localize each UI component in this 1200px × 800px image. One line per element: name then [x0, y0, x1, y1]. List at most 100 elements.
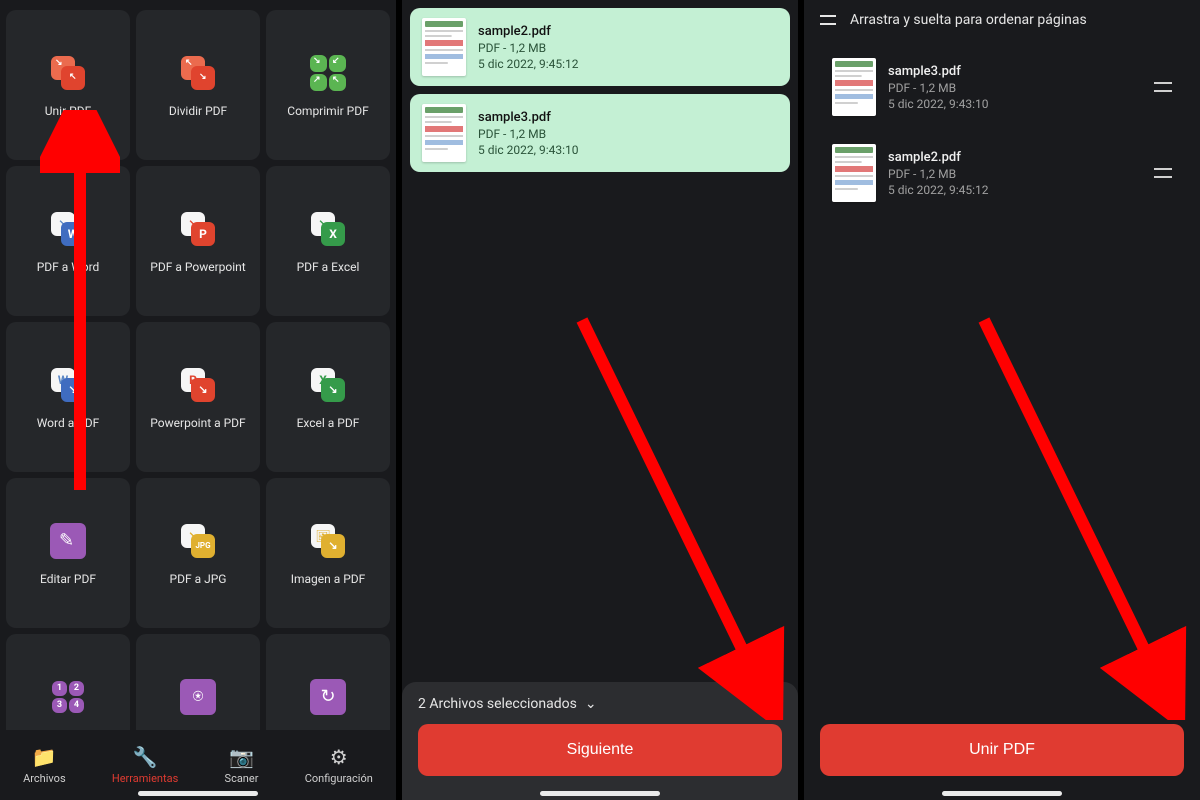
- file-name: sample3.pdf: [888, 64, 989, 79]
- tool-comprimir-pdf[interactable]: ↘ ↙ ↗ ↖ Comprimir PDF: [266, 10, 390, 160]
- home-indicator: [942, 791, 1062, 796]
- file-meta: PDF - 1,2 MB: [478, 41, 579, 55]
- tool-pdf-a-excel[interactable]: ↘ X PDF a Excel: [266, 166, 390, 316]
- gear-icon: ⚙: [330, 745, 348, 769]
- tool-rotar-pdf[interactable]: ↻ Rotar PDF: [266, 634, 390, 730]
- tool-label: Unir PDF: [45, 104, 91, 119]
- page-numbers-icon: 1 2 3 4: [47, 676, 89, 718]
- bottom-sheet: Unir PDF: [804, 724, 1200, 800]
- selection-count: 2 Archivos seleccionados: [418, 696, 577, 712]
- tool-word-a-pdf[interactable]: W ↘ Word a PDF: [6, 322, 130, 472]
- edit-icon: ✎: [47, 520, 89, 562]
- pdf-thumbnail-icon: [422, 104, 466, 162]
- panel-select-files: sample2.pdf PDF - 1,2 MB 5 dic 2022, 9:4…: [402, 0, 798, 800]
- wrench-icon: 🔧: [133, 745, 158, 769]
- split-icon: ↖ ↘: [177, 52, 219, 94]
- tool-label: PDF a Powerpoint: [150, 260, 245, 275]
- nav-herramientas[interactable]: 🔧 Herramientas: [112, 745, 178, 785]
- bottom-sheet: 2 Archivos seleccionados ⌄ Siguiente: [402, 682, 798, 800]
- file-list: sample2.pdf PDF - 1,2 MB 5 dic 2022, 9:4…: [402, 0, 798, 180]
- tool-label: Dividir PDF: [169, 104, 227, 119]
- home-indicator: [138, 791, 258, 796]
- excel-to-pdf-icon: X ↘: [307, 364, 349, 406]
- next-button[interactable]: Siguiente: [418, 724, 782, 776]
- file-name: sample2.pdf: [888, 150, 989, 165]
- file-date: 5 dic 2022, 9:43:10: [888, 97, 989, 111]
- tool-label: Comprimir PDF: [287, 104, 368, 119]
- tool-label: PDF a Word: [37, 260, 100, 275]
- tool-label: PDF a Excel: [297, 260, 360, 275]
- bottom-nav: 📁 Archivos 🔧 Herramientas 📷 Scaner ⚙ Con…: [0, 730, 396, 800]
- file-date: 5 dic 2022, 9:43:10: [478, 143, 579, 157]
- rotate-icon: ↻: [307, 676, 349, 718]
- tool-grid: ↘ ↖ Unir PDF ↖ ↘ Dividir PDF: [0, 0, 396, 730]
- file-list: sample3.pdf PDF - 1,2 MB 5 dic 2022, 9:4…: [804, 34, 1200, 226]
- file-name: sample2.pdf: [478, 24, 579, 39]
- tool-label: Word a PDF: [37, 416, 100, 431]
- tool-pdf-a-word[interactable]: ↘ W PDF a Word: [6, 166, 130, 316]
- file-row[interactable]: sample2.pdf PDF - 1,2 MB 5 dic 2022, 9:4…: [820, 134, 1184, 212]
- tool-label: Powerpoint a PDF: [150, 416, 245, 431]
- tool-unir-pdf[interactable]: ↘ ↖ Unir PDF: [6, 10, 130, 160]
- tool-label: PDF a JPG: [170, 572, 227, 587]
- annotation-arrow-down: [954, 300, 1194, 720]
- tool-pdf-a-jpg[interactable]: ↘ JPG PDF a JPG: [136, 478, 260, 628]
- pdf-thumbnail-icon: [422, 18, 466, 76]
- tool-ppt-a-pdf[interactable]: P ↘ Powerpoint a PDF: [136, 322, 260, 472]
- menu-icon[interactable]: [820, 15, 836, 25]
- file-date: 5 dic 2022, 9:45:12: [478, 57, 579, 71]
- pdf-thumbnail-icon: [832, 144, 876, 202]
- file-date: 5 dic 2022, 9:45:12: [888, 183, 989, 197]
- file-row[interactable]: sample3.pdf PDF - 1,2 MB 5 dic 2022, 9:4…: [820, 48, 1184, 126]
- header-text: Arrastra y suelta para ordenar páginas: [850, 12, 1087, 28]
- tool-excel-a-pdf[interactable]: X ↘ Excel a PDF: [266, 322, 390, 472]
- button-label: Siguiente: [567, 741, 634, 759]
- drag-handle-icon[interactable]: [1154, 82, 1172, 92]
- folder-icon: 📁: [32, 745, 57, 769]
- compress-icon: ↘ ↙ ↗ ↖: [307, 52, 349, 94]
- excel-icon: ↘ X: [307, 208, 349, 250]
- reorder-header: Arrastra y suelta para ordenar páginas: [804, 0, 1200, 34]
- jpg-icon: ↘ JPG: [177, 520, 219, 562]
- nav-scaner[interactable]: 📷 Scaner: [225, 745, 259, 785]
- tool-label: Excel a PDF: [297, 416, 360, 431]
- tool-label: Editar PDF: [40, 572, 96, 587]
- file-meta: PDF - 1,2 MB: [888, 167, 989, 181]
- image-to-pdf-icon: 🖼 ↘: [307, 520, 349, 562]
- file-card[interactable]: sample2.pdf PDF - 1,2 MB 5 dic 2022, 9:4…: [410, 8, 790, 86]
- merge-button[interactable]: Unir PDF: [820, 724, 1184, 776]
- panel-tools: ↘ ↖ Unir PDF ↖ ↘ Dividir PDF: [0, 0, 396, 800]
- word-icon: ↘ W: [47, 208, 89, 250]
- nav-label: Scaner: [225, 772, 259, 785]
- nav-archivos[interactable]: 📁 Archivos: [23, 745, 66, 785]
- home-indicator: [540, 791, 660, 796]
- selection-count-row[interactable]: 2 Archivos seleccionados ⌄: [418, 696, 782, 712]
- watermark-icon: ⍟: [177, 676, 219, 718]
- tool-pdf-a-ppt[interactable]: ↘ P PDF a Powerpoint: [136, 166, 260, 316]
- nav-label: Herramientas: [112, 772, 178, 785]
- nav-config[interactable]: ⚙ Configuración: [305, 745, 373, 785]
- tool-editar-pdf[interactable]: ✎ Editar PDF: [6, 478, 130, 628]
- chevron-down-icon: ⌄: [585, 696, 597, 712]
- panel-reorder: Arrastra y suelta para ordenar páginas s…: [804, 0, 1200, 800]
- word-to-pdf-icon: W ↘: [47, 364, 89, 406]
- file-card[interactable]: sample3.pdf PDF - 1,2 MB 5 dic 2022, 9:4…: [410, 94, 790, 172]
- file-meta: PDF - 1,2 MB: [478, 127, 579, 141]
- tool-numeros-pagina[interactable]: 1 2 3 4 Números de página: [6, 634, 130, 730]
- annotation-arrow-down: [552, 300, 792, 720]
- file-meta: PDF - 1,2 MB: [888, 81, 989, 95]
- merge-icon: ↘ ↖: [47, 52, 89, 94]
- pdf-thumbnail-icon: [832, 58, 876, 116]
- ppt-icon: ↘ P: [177, 208, 219, 250]
- drag-handle-icon[interactable]: [1154, 168, 1172, 178]
- tool-label: Imagen a PDF: [291, 572, 366, 587]
- tool-imagen-a-pdf[interactable]: 🖼 ↘ Imagen a PDF: [266, 478, 390, 628]
- file-name: sample3.pdf: [478, 110, 579, 125]
- nav-label: Archivos: [23, 772, 66, 785]
- nav-label: Configuración: [305, 772, 373, 785]
- button-label: Unir PDF: [969, 741, 1035, 759]
- camera-icon: 📷: [229, 745, 254, 769]
- ppt-to-pdf-icon: P ↘: [177, 364, 219, 406]
- tool-dividir-pdf[interactable]: ↖ ↘ Dividir PDF: [136, 10, 260, 160]
- tool-marca-de-agua[interactable]: ⍟ Marca de agua: [136, 634, 260, 730]
